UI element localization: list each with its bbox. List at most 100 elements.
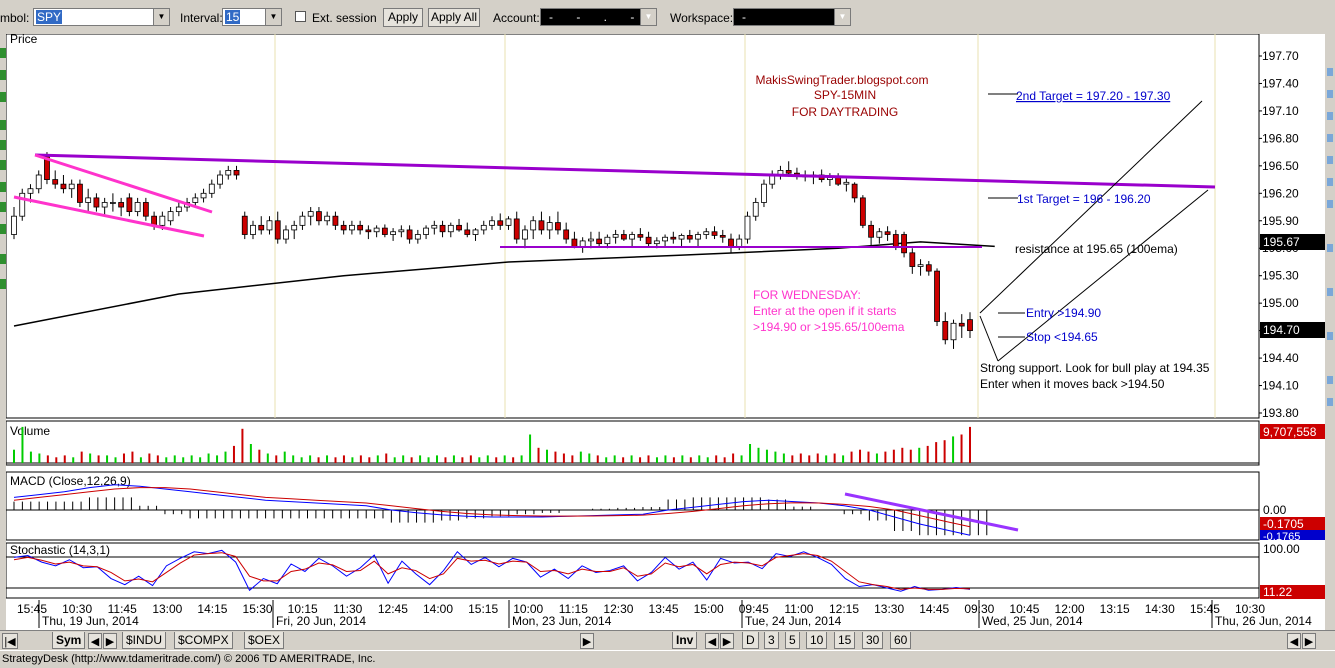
account-label: Account: (493, 11, 540, 25)
ext-session-label: Ext. session (312, 11, 377, 25)
candle-body (109, 202, 116, 204)
candle-body (859, 197, 866, 226)
interval-combobox[interactable]: 15 ▼ (222, 8, 282, 26)
candle-body (703, 231, 710, 235)
candle-body (167, 211, 174, 222)
interval-tab-30[interactable]: 30 (862, 632, 884, 649)
interval-tab-10[interactable]: 10 (806, 632, 828, 649)
time-tick-label: 15:00 (694, 602, 724, 616)
candle-body (159, 215, 166, 226)
volume-panel-label: Volume (10, 424, 50, 438)
chart-area[interactable]: Price 197.70 197.40 197.10 196.80 196.50 196.… (6, 34, 1325, 630)
chevron-down-icon[interactable]: ▼ (153, 9, 169, 25)
chevron-down-icon[interactable]: ▼ (265, 9, 281, 25)
tool-icon[interactable] (1327, 134, 1333, 142)
candle-body (464, 229, 471, 235)
right-tool-strip (1324, 34, 1335, 634)
time-tick-label: 14:15 (197, 602, 227, 616)
candle-body (662, 236, 668, 242)
price-tick-label: 196.20 (1262, 186, 1299, 200)
time-tick-label: 15:30 (243, 602, 273, 616)
price-panel: Price 197.70 197.40 197.10 196.80 196.50 196.… (6, 34, 1325, 420)
time-tick-label: 14:00 (423, 602, 453, 616)
candle-body (118, 202, 125, 208)
candle-body (134, 202, 141, 213)
candle-body (60, 183, 67, 190)
next-icon[interactable]: ▶ (720, 633, 734, 649)
tool-icon[interactable] (1327, 244, 1333, 252)
stochastic-top-tick: 100.00 (1263, 542, 1300, 556)
tool-icon[interactable] (1327, 332, 1333, 340)
candle-body (513, 218, 520, 240)
inv-button[interactable]: Inv (672, 632, 698, 649)
workspace-combobox[interactable]: - ▼ (733, 8, 851, 26)
candle-body (456, 224, 462, 231)
ext-session-checkbox[interactable] (295, 11, 306, 22)
candle-body (365, 229, 372, 233)
annotation-wednesday-2: Enter at the open if it starts (753, 304, 896, 318)
prev-icon[interactable]: ◀ (705, 633, 719, 649)
candle-body (670, 236, 677, 240)
candle-body (348, 224, 355, 231)
apply-all-button[interactable]: Apply All (428, 8, 480, 27)
next-icon[interactable]: ▶ (1302, 633, 1316, 649)
tool-icon[interactable] (1327, 288, 1333, 296)
scroll-right-icon[interactable]: ▶ (580, 633, 594, 649)
annotation-symbol: SPY-15MIN (814, 88, 876, 102)
candle-body (414, 234, 421, 240)
candle-body (950, 322, 957, 341)
price-tick-label: 196.80 (1262, 131, 1299, 145)
apply-button[interactable]: Apply (383, 8, 423, 27)
candle-body (596, 238, 603, 245)
prev-icon[interactable]: ◀ (88, 633, 102, 649)
interval-tab-d[interactable]: D (742, 632, 759, 649)
candle-body (423, 227, 429, 235)
date-tick-label: Mon, 23 Jun, 2014 (512, 614, 612, 628)
time-tick-label: 14:30 (1145, 602, 1175, 616)
candle-body (175, 206, 182, 213)
interval-tab-3[interactable]: 3 (764, 632, 779, 649)
annotation-target1: 1st Target = 196 - 196.20 (1017, 192, 1151, 206)
tool-icon[interactable] (1327, 200, 1333, 208)
tab-indu[interactable]: $INDU (122, 632, 167, 649)
tab-compx[interactable]: $COMPX (174, 632, 233, 649)
interval-tab-60[interactable]: 60 (890, 632, 912, 649)
price-panel-label: Price (10, 34, 38, 46)
chevron-down-icon[interactable]: ▼ (834, 9, 850, 25)
candle-body (217, 174, 223, 185)
tool-icon[interactable] (1327, 398, 1333, 406)
candle-body (579, 240, 586, 247)
candle-body (11, 215, 17, 235)
candle-body (934, 270, 940, 322)
sym-button[interactable]: Sym (52, 632, 86, 649)
candle-body (266, 220, 273, 231)
account-combobox[interactable]: - - . - ▼ (540, 8, 657, 26)
candle-body (785, 170, 792, 174)
candle-body (357, 224, 364, 231)
next-icon[interactable]: ▶ (103, 633, 117, 649)
interval-tab-5[interactable]: 5 (785, 632, 800, 649)
tool-icon[interactable] (1327, 178, 1333, 186)
candle-body (892, 234, 899, 247)
prev-icon[interactable]: ◀ (1287, 633, 1301, 649)
tool-icon[interactable] (1327, 90, 1333, 98)
chevron-down-icon[interactable]: ▼ (640, 9, 656, 25)
symbol-combobox[interactable]: SPY ▼ (33, 8, 170, 26)
tool-icon[interactable] (1327, 376, 1333, 384)
tab-oex[interactable]: $OEX (244, 632, 285, 649)
candle-body (250, 224, 256, 235)
price-tick-label: 195.90 (1262, 214, 1299, 228)
candle-body (101, 202, 108, 208)
interval-tab-15[interactable]: 15 (834, 632, 856, 649)
symbol-label: mbol: (0, 11, 30, 25)
candle-body (942, 321, 949, 341)
first-icon[interactable]: |◀ (2, 633, 18, 649)
tool-icon[interactable] (1327, 68, 1333, 76)
tool-icon[interactable] (1327, 156, 1333, 164)
time-tick-label: 13:15 (1100, 602, 1130, 616)
candle-body (744, 215, 751, 240)
candle-body (324, 215, 331, 222)
tool-icon[interactable] (1327, 112, 1333, 120)
workspace-label: Workspace: (670, 11, 734, 25)
annotation-support-1: Strong support. Look for bull play at 19… (980, 361, 1210, 375)
